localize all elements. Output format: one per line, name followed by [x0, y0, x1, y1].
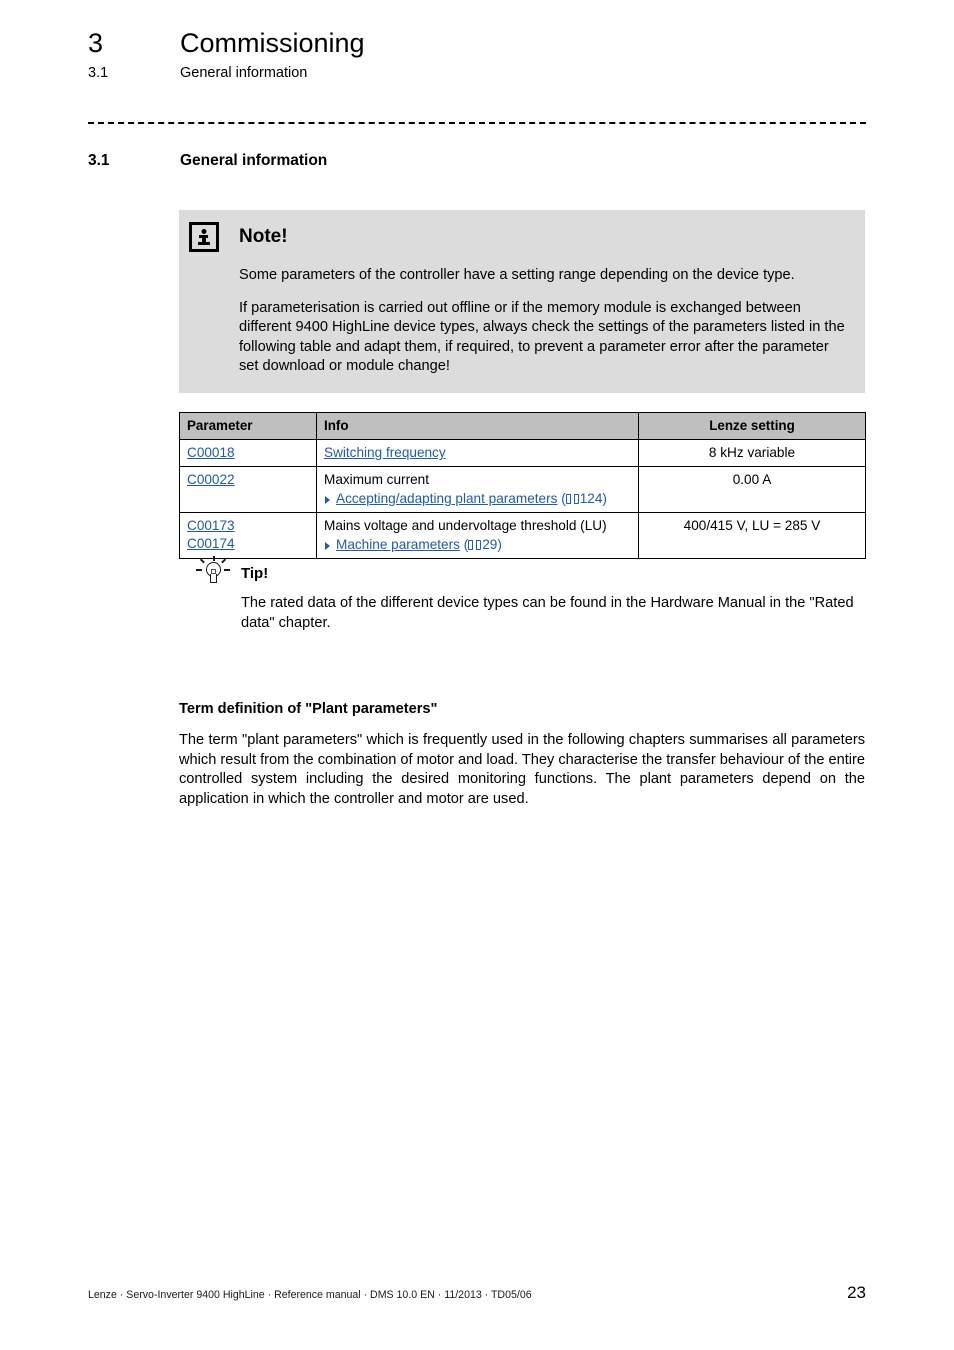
note-paragraph-2: If parameterisation is carried out offli… [239, 299, 845, 375]
info-icon [189, 222, 219, 252]
page-reference-number: 124 [579, 491, 603, 506]
page-footer: Lenze · Servo-Inverter 9400 HighLine · R… [88, 1283, 866, 1303]
table-row: C00018 Switching frequency 8 kHz variabl… [179, 439, 866, 467]
book-icon [565, 494, 579, 504]
tip-callout: Tip! The rated data of the different dev… [196, 556, 866, 633]
running-header-chapter-title: Commissioning [180, 28, 365, 58]
note-body: Some parameters of the controller have a… [239, 266, 847, 377]
info-text: Maximum current [324, 472, 429, 487]
chevron-right-icon [325, 496, 330, 504]
footer-page-number: 23 [847, 1283, 866, 1302]
table-header: Parameter Info Lenze setting [179, 412, 866, 440]
cell-lenze-setting: 400/415 V, LU = 285 V [638, 512, 866, 559]
header-divider [88, 122, 866, 124]
cell-parameter: C00173 C00174 [179, 512, 317, 559]
document-page: 3 Commissioning 3.1 General information … [0, 0, 954, 1350]
parameter-link[interactable]: C00173 [187, 518, 235, 533]
running-header-chapter-row: 3 Commissioning [88, 26, 868, 60]
term-definition-heading: Term definition of "Plant parameters" [179, 701, 438, 717]
running-header-section-number: 3.1 [88, 65, 109, 81]
cell-parameter: C00018 [179, 439, 317, 467]
cell-info: Switching frequency [316, 439, 639, 467]
page-reference: (124) [561, 491, 607, 506]
page-title: 3.1 General information [88, 152, 327, 170]
table-row: C00173 C00174 Mains voltage and undervol… [179, 512, 866, 559]
column-header-lenze-setting: Lenze setting [638, 412, 866, 440]
parameter-link[interactable]: C00174 [187, 536, 235, 551]
column-header-parameter: Parameter [179, 412, 317, 440]
tip-body: The rated data of the different device t… [241, 595, 854, 631]
parameter-link[interactable]: C00018 [187, 445, 235, 460]
cell-info: Mains voltage and undervoltage threshold… [316, 512, 639, 559]
cross-reference[interactable]: Accepting/adapting plant parameters (124… [324, 490, 631, 508]
running-header-section-row: 3.1 General information [88, 64, 868, 83]
running-header-section-title: General information [180, 65, 308, 81]
note-paragraph-1: Some parameters of the controller have a… [239, 267, 795, 283]
cell-lenze-setting: 0.00 A [638, 466, 866, 513]
note-header: Note! [189, 222, 847, 252]
note-title: Note! [239, 226, 288, 247]
lightbulb-icon [196, 556, 230, 590]
term-definition-block: Term definition of "Plant parameters" Th… [179, 701, 865, 809]
tip-title: Tip! [241, 564, 269, 582]
info-link[interactable]: Switching frequency [324, 445, 446, 460]
parameter-link[interactable]: C00022 [187, 472, 235, 487]
cell-info: Maximum current Accepting/adapting plant… [316, 466, 639, 513]
page-reference: (29) [463, 537, 502, 552]
cross-reference[interactable]: Machine parameters (29) [324, 536, 631, 554]
table-body: C00018 Switching frequency 8 kHz variabl… [179, 439, 866, 559]
running-header: 3 Commissioning 3.1 General information [88, 26, 868, 83]
running-header-chapter-number: 3 [88, 28, 104, 58]
table-header-row: Parameter Info Lenze setting [179, 412, 866, 440]
info-text: Mains voltage and undervoltage threshold… [324, 518, 607, 533]
section-heading-title: General information [180, 152, 328, 169]
cell-parameter: C00022 [179, 466, 317, 513]
cross-reference-link[interactable]: Accepting/adapting plant parameters [336, 491, 557, 506]
cell-lenze-setting: 8 kHz variable [638, 439, 866, 467]
page-reference-number: 29 [482, 537, 498, 552]
table-row: C00022 Maximum current Accepting/adaptin… [179, 466, 866, 513]
cross-reference-link[interactable]: Machine parameters [336, 537, 460, 552]
footer-text: Lenze · Servo-Inverter 9400 HighLine · R… [88, 1289, 532, 1301]
book-icon [468, 540, 482, 550]
note-callout: Note! Some parameters of the controller … [179, 210, 865, 393]
tip-header: Tip! [196, 556, 866, 590]
term-definition-body: The term "plant parameters" which is fre… [179, 732, 865, 807]
section-heading-number: 3.1 [88, 152, 110, 169]
column-header-info: Info [316, 412, 639, 440]
parameter-table: Parameter Info Lenze setting C00018 Swit… [179, 412, 866, 559]
chevron-right-icon [325, 542, 330, 550]
